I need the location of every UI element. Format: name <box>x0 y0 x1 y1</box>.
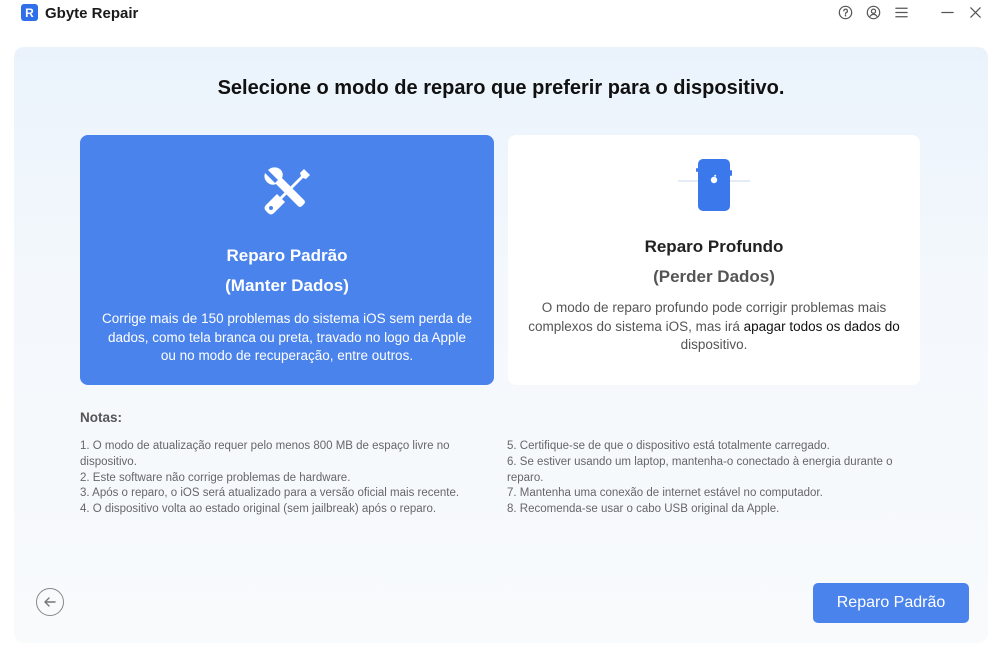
note-item: 3. Após o reparo, o iOS será atualizado … <box>80 487 460 500</box>
help-circle-icon[interactable] <box>836 3 854 21</box>
standard-card-texts: Reparo Padrão (Manter Dados) <box>80 241 494 301</box>
title-bar: R Gbyte Repair <box>0 0 1000 26</box>
minimize-icon[interactable] <box>938 3 956 21</box>
note-item: 6. Se estiver usando um laptop, mantenha… <box>507 455 893 484</box>
standard-card-title: Reparo Padrão <box>226 246 348 265</box>
notes-title: Notas: <box>80 410 123 425</box>
deep-card-title: Reparo Profundo <box>644 237 784 256</box>
standard-card-description-wrap: Corrige mais de 150 problemas do sistema… <box>80 310 494 366</box>
standard-card-subtitle: (Manter Dados) <box>225 276 349 295</box>
app-title: Gbyte Repair <box>45 5 139 22</box>
app-logo-letter: R <box>25 5 34 20</box>
wrench-screwdriver-icon <box>264 167 310 215</box>
close-icon[interactable] <box>966 3 984 21</box>
deep-repair-card[interactable]: Reparo Profundo (Perder Dados) O modo de… <box>508 135 920 385</box>
page-title: Selecione o modo de reparo que preferir … <box>217 77 785 99</box>
note-item: 8. Recomenda-se usar o cabo USB original… <box>507 503 780 516</box>
notes-left-column: 1. O modo de atualização requer pelo men… <box>80 439 480 518</box>
deep-card-description: O modo de reparo profundo pode corrigir … <box>508 299 920 355</box>
standard-repair-card[interactable]: Reparo Padrão (Manter Dados) Corrige mai… <box>80 135 494 385</box>
menu-icon[interactable] <box>892 3 910 21</box>
arrow-left-icon <box>44 597 56 607</box>
note-item: 4. O dispositivo volta ao estado origina… <box>80 503 437 516</box>
back-button[interactable] <box>36 588 64 616</box>
notes-right-column: 5. Certifique-se de que o dispositivo es… <box>507 439 927 518</box>
note-item: 5. Certifique-se de que o dispositivo es… <box>507 440 830 452</box>
phone-icon <box>678 159 750 211</box>
note-item: 1. O modo de atualização requer pelo men… <box>80 440 450 468</box>
window-controls <box>836 3 984 21</box>
account-circle-icon[interactable] <box>864 3 882 21</box>
note-item: 2. Este software não corrige problemas d… <box>80 471 351 484</box>
deep-card-subtitle: (Perder Dados) <box>653 267 775 286</box>
main-panel: Selecione o modo de reparo que preferir … <box>14 47 988 643</box>
note-item: 7. Mantenha uma conexão de internet está… <box>507 487 823 500</box>
standard-card-description: Corrige mais de 150 problemas do sistema… <box>102 311 472 363</box>
deep-card-description-emphasis: apagar todos os dados do <box>743 318 900 334</box>
deep-card-description-wrap: O modo de reparo profundo pode corrigir … <box>508 299 920 355</box>
app-logo: R <box>21 4 38 21</box>
deep-card-description-part2: dispositivo. <box>680 337 748 352</box>
standard-repair-button[interactable]: Reparo Padrão <box>813 583 969 623</box>
deep-card-texts: Reparo Profundo (Perder Dados) <box>508 232 920 292</box>
